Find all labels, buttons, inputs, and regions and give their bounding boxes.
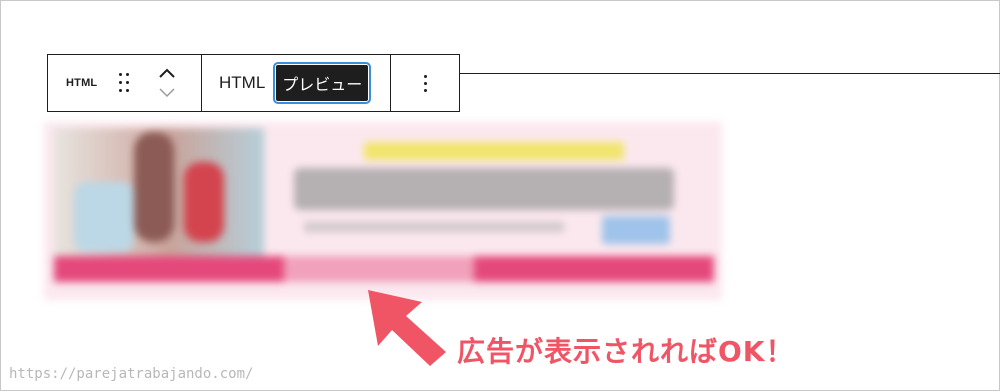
ad-cta-blur: [602, 216, 670, 244]
arrow-icon: [368, 290, 446, 366]
ad-photo-figure: [184, 162, 224, 242]
view-switch-group: HTML プレビュー: [202, 55, 391, 111]
move-down-icon[interactable]: [159, 88, 175, 98]
ad-headline-blur: [294, 168, 674, 210]
watermark-url: https://parejatrabajando.com/: [9, 366, 254, 382]
tab-html[interactable]: HTML: [219, 73, 265, 93]
ad-photo-figure: [134, 132, 174, 242]
more-options-icon[interactable]: [423, 74, 427, 92]
ad-subtext-blur: [304, 222, 564, 232]
block-controls-group: HTML: [48, 55, 202, 111]
editor-divider: [460, 73, 1000, 74]
ad-banner-preview: [44, 122, 722, 300]
ad-photo-figure: [74, 182, 134, 252]
move-up-icon[interactable]: [159, 68, 176, 78]
options-group: [391, 55, 459, 111]
block-toolbar: HTML HTML プレビュー: [47, 54, 460, 112]
ad-bottom-band-center: [284, 256, 474, 282]
html-block-icon[interactable]: HTML: [66, 77, 97, 89]
block-movers: [159, 68, 176, 98]
tab-preview[interactable]: プレビュー: [273, 62, 372, 104]
drag-handle-icon[interactable]: [119, 73, 133, 93]
annotation-text: 広告が表示されればOK！: [457, 335, 795, 368]
ad-highlight-bar: [364, 142, 624, 160]
